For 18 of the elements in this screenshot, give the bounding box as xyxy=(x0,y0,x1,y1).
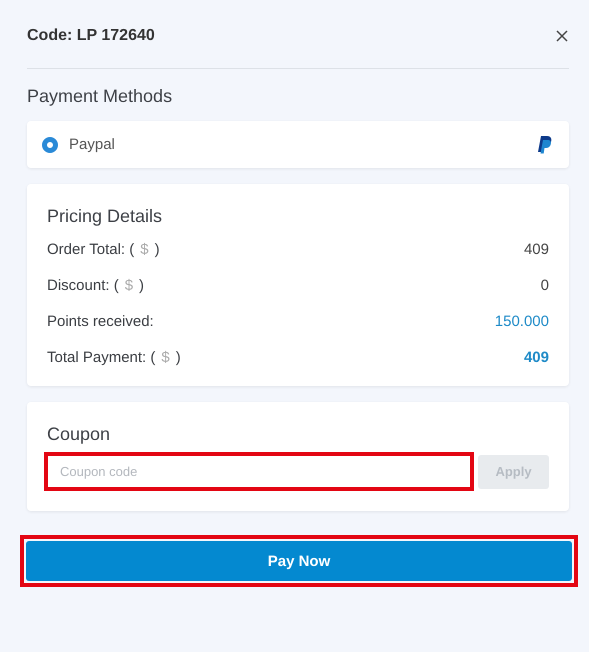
price-value: 409 xyxy=(524,241,549,258)
price-label: Points received: xyxy=(47,313,154,330)
price-label: Total Payment: ( $ ) xyxy=(47,349,181,366)
price-label: Discount: ( $ ) xyxy=(47,277,144,294)
paypal-logo-icon xyxy=(537,136,553,154)
close-icon[interactable] xyxy=(555,29,569,43)
price-value: 150.000 xyxy=(494,313,549,330)
price-value: 0 xyxy=(540,277,549,294)
radio-button[interactable] xyxy=(42,136,58,152)
section-title: Payment Methods xyxy=(27,86,174,107)
option-label[interactable]: Paypal xyxy=(69,136,115,153)
coupon-input-field[interactable]: Coupon code xyxy=(44,452,474,491)
price-label: Order Total: ( $ ) xyxy=(47,241,160,258)
card-title: Pricing Details xyxy=(47,206,164,227)
price-value: 409 xyxy=(524,349,549,366)
order-code-title: Code: LP 172640 xyxy=(27,27,155,45)
pay-now-button[interactable]: Pay Now xyxy=(26,541,572,581)
card-title: Coupon xyxy=(46,424,112,445)
